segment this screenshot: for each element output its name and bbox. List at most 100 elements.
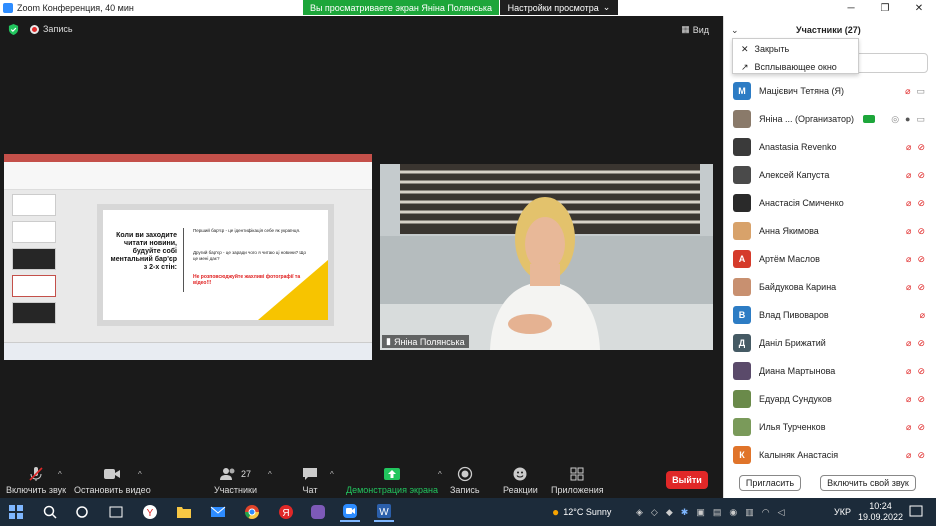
tray-icon[interactable]: ◉ (729, 507, 737, 518)
recording-indicator[interactable]: Запись (30, 24, 73, 34)
participant-name: Мацієвич Тетяна (Я) (759, 86, 845, 96)
participant-row[interactable]: К Калыняк Анастасія ⌀ ⊘ (724, 441, 936, 469)
close-button[interactable]: ✕ (902, 0, 936, 16)
unmute-self-button[interactable]: Включить свой звук (820, 475, 916, 491)
chevron-up-icon[interactable]: ^ (138, 470, 142, 479)
notifications-icon[interactable] (906, 502, 926, 522)
clock-date: 19.09.2022 (858, 512, 904, 522)
view-options-button[interactable]: Настройки просмотра ⌄ (500, 0, 618, 15)
participant-name: Алексей Капуста (759, 170, 830, 180)
participant-row[interactable]: Анна Якимова ⌀ ⊘ (724, 217, 936, 245)
view-button[interactable]: ▦ Вид (681, 24, 709, 35)
participant-row[interactable]: Диана Мартынова ⌀ ⊘ (724, 357, 936, 385)
chevron-up-icon[interactable]: ^ (268, 470, 272, 479)
chevron-up-icon[interactable]: ^ (58, 470, 62, 479)
weather-widget[interactable]: ● 12°C Sunny (552, 498, 611, 526)
avatar: В (733, 306, 751, 324)
tray-icon[interactable]: ◈ (636, 507, 643, 518)
participant-status: ⌀ ⊘ (906, 282, 925, 293)
apps-button[interactable]: Приложения (551, 466, 604, 495)
popout-label: Всплывающее окно (754, 62, 837, 72)
windows-taskbar: Y Я W ● 12°C Sunny ◈ ◇ ◆ ✱ ▣ ▤ ◉ ▥ ◠ ◁ У… (0, 498, 936, 526)
shield-icon[interactable] (8, 24, 19, 35)
muted-mic-icon: ⌀ (906, 281, 912, 292)
invite-button[interactable]: Пригласить (739, 475, 801, 491)
participant-row[interactable]: Яніна ... (Организатор) ◎ ● ▭ (724, 105, 936, 133)
participant-row[interactable]: Едуард Сундуков ⌀ ⊘ (724, 385, 936, 413)
start-icon[interactable] (6, 502, 26, 522)
share-screen-button[interactable]: Демонстрация экрана (346, 466, 438, 495)
participants-button[interactable]: 27 Участники (214, 466, 257, 495)
search-icon[interactable] (40, 502, 60, 522)
minimize-button[interactable]: ─ (834, 0, 868, 16)
tray-icon[interactable]: ▥ (745, 507, 754, 518)
avatar (733, 194, 751, 212)
chrome-icon[interactable] (242, 502, 262, 522)
participant-row[interactable]: Алексей Капуста ⌀ ⊘ (724, 161, 936, 189)
tray-icon[interactable]: ▣ (696, 507, 705, 518)
share-screen-label: Демонстрация экрана (346, 485, 438, 495)
video-off-icon: ⊘ (917, 337, 925, 348)
muted-mic-icon: ⌀ (905, 85, 911, 96)
mail-icon[interactable] (208, 502, 228, 522)
video-name-tag: ▮ Яніна Полянська (382, 335, 469, 348)
video-tile[interactable]: ▮ Яніна Полянська (380, 164, 713, 350)
participant-status: ⌀ ⊘ (906, 450, 925, 461)
video-off-icon: ⊘ (917, 281, 925, 292)
host-badge-icon (863, 115, 875, 123)
yandex-browser-icon[interactable]: Y (140, 502, 160, 522)
leave-button[interactable]: Выйти (666, 471, 708, 489)
chevron-down-icon: ⌄ (602, 2, 611, 12)
participant-row[interactable]: М Мацієвич Тетяна (Я) ⌀ ▭ (724, 77, 936, 105)
muted-mic-icon (28, 466, 44, 482)
viber-icon[interactable] (308, 502, 328, 522)
participant-status: ⌀ ⊘ (906, 422, 925, 433)
participant-row[interactable]: Анастасія Смиченко ⌀ ⊘ (724, 189, 936, 217)
participant-status: ⌀ (920, 310, 925, 321)
shared-screen[interactable]: Коли ви заходите читати новини, будуйте … (4, 154, 372, 360)
record-button[interactable]: Запись (450, 466, 480, 495)
participant-row[interactable]: Байдукова Карина ⌀ ⊘ (724, 273, 936, 301)
popout-menu-item[interactable]: ↗ Всплывающее окно (733, 59, 858, 75)
restore-button[interactable]: ❐ (868, 0, 902, 16)
task-view-icon[interactable] (72, 502, 92, 522)
wifi-icon[interactable]: ◠ (762, 507, 770, 518)
reactions-button[interactable]: Реакции (503, 466, 538, 495)
file-explorer-icon[interactable] (174, 502, 194, 522)
volume-icon[interactable]: ◁ (778, 507, 785, 518)
participant-row[interactable]: Anastasia Revenko ⌀ ⊘ (724, 133, 936, 161)
tray-icon[interactable]: ◇ (651, 507, 658, 518)
chat-label: Чат (302, 485, 318, 495)
widgets-icon[interactable] (106, 502, 126, 522)
close-panel-menu-item[interactable]: ✕ Закрыть (733, 41, 858, 57)
record-icon (457, 466, 473, 482)
yandex-icon[interactable]: Я (276, 502, 296, 522)
bluetooth-icon[interactable]: ✱ (681, 507, 689, 518)
language-indicator[interactable]: УКР (834, 498, 851, 526)
participant-row[interactable]: Д Даніл Брижатий ⌀ ⊘ (724, 329, 936, 357)
weather-text: 12°C Sunny (563, 507, 612, 517)
tray-icon[interactable]: ◆ (666, 507, 673, 518)
panel-menu: ✕ Закрыть ↗ Всплывающее окно (732, 38, 859, 74)
muted-mic-icon: ⌀ (906, 141, 912, 152)
chevron-up-icon[interactable]: ^ (438, 470, 442, 479)
current-slide: Коли ви заходите читати новини, будуйте … (97, 204, 334, 326)
window-controls: ─ ❐ ✕ (834, 0, 936, 16)
word-icon[interactable]: W (374, 502, 394, 522)
participant-status: ⌀ ⊘ (906, 226, 925, 237)
tray-icon[interactable]: ▤ (713, 507, 722, 518)
chevron-up-icon[interactable]: ^ (330, 470, 334, 479)
participant-row[interactable]: А Артём Маслов ⌀ ⊘ (724, 245, 936, 273)
participant-row[interactable]: Илья Турченков ⌀ ⊘ (724, 413, 936, 441)
sun-icon: ● (552, 505, 560, 519)
chat-button[interactable]: Чат (302, 466, 318, 495)
zoom-taskbar-icon[interactable] (340, 502, 360, 522)
avatar (733, 418, 751, 436)
muted-mic-icon: ⌀ (906, 169, 912, 180)
window-title: Zoom Конференция, 40 мин (17, 3, 134, 13)
system-tray-icons: ◈ ◇ ◆ ✱ ▣ ▤ ◉ ▥ ◠ ◁ (636, 498, 785, 526)
clock[interactable]: 10:24 19.09.2022 (858, 498, 903, 526)
chevron-down-icon[interactable]: ⌄ (731, 25, 739, 36)
participant-row[interactable]: В Влад Пивоваров ⌀ (724, 301, 936, 329)
video-camera-icon (103, 466, 121, 482)
